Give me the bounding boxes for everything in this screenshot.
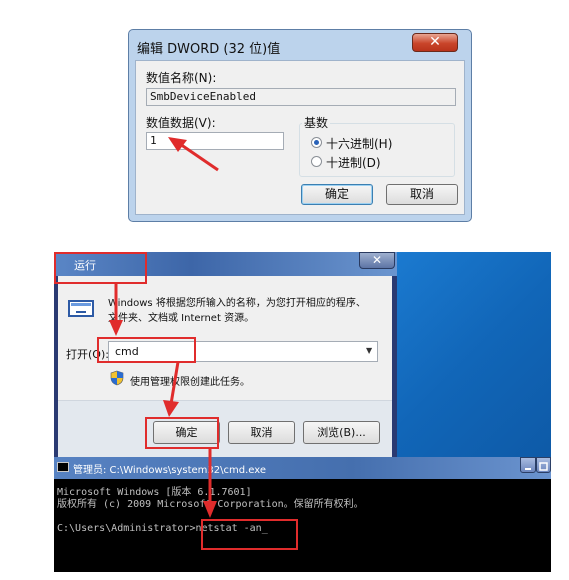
- dropdown-arrow-icon[interactable]: ▼: [366, 346, 372, 355]
- value-name-field[interactable]: SmbDeviceEnabled: [146, 88, 456, 106]
- annotation-box-open-input: [97, 337, 196, 363]
- run-description-line1: Windows 将根据您所输入的名称，为您打开相应的程序、: [108, 298, 366, 309]
- run-description-line2: 文件夹、文档或 Internet 资源。: [108, 313, 255, 324]
- edit-dword-dialog: 编辑 DWORD (32 位)值 ✕ 数值名称(N): SmbDeviceEna…: [128, 29, 472, 222]
- decimal-radio-label: 十进制(D): [326, 156, 381, 170]
- annotation-arrow-1: [109, 284, 123, 336]
- run-browse-button[interactable]: 浏览(B)...: [303, 421, 380, 444]
- run-close-button[interactable]: ✕: [359, 252, 395, 269]
- run-button-bar: 确定 取消 浏览(B)...: [58, 400, 392, 457]
- admin-note: 使用管理权限创建此任务。: [130, 377, 250, 388]
- cmd-title: 管理员: C:\Windows\system32\cmd.exe: [73, 465, 267, 476]
- run-program-icon: [68, 300, 94, 317]
- cmd-window: 管理员: C:\Windows\system32\cmd.exe Microso…: [54, 457, 551, 572]
- decimal-radio[interactable]: [311, 156, 322, 167]
- console-icon: [57, 462, 69, 472]
- annotation-box-netstat: [201, 519, 298, 550]
- hex-radio-label: 十六进制(H): [326, 137, 393, 151]
- value-data-label: 数值数据(V):: [146, 116, 216, 130]
- annotation-arrow-value: [168, 137, 219, 172]
- run-cancel-button[interactable]: 取消: [228, 421, 295, 444]
- close-icon: ✕: [371, 253, 383, 267]
- uac-shield-icon: [110, 370, 124, 386]
- maximize-icon: [539, 462, 548, 471]
- desktop-background: [397, 252, 551, 457]
- dword-dialog-title: 编辑 DWORD (32 位)值: [137, 42, 281, 57]
- dword-close-button[interactable]: ✕: [412, 33, 458, 52]
- dword-cancel-button[interactable]: 取消: [386, 184, 458, 205]
- annotation-arrow-2: [163, 362, 180, 417]
- hex-radio[interactable]: [311, 137, 322, 148]
- value-name-label: 数值名称(N):: [146, 71, 217, 85]
- annotation-box-ok-button: [145, 417, 219, 449]
- annotation-box-run-title: [54, 252, 147, 284]
- base-label: 基数: [302, 114, 331, 131]
- minimize-icon: [525, 468, 531, 470]
- annotation-arrow-3: [203, 449, 217, 518]
- dword-ok-button[interactable]: 确定: [301, 184, 373, 205]
- cmd-maximize-button[interactable]: [536, 457, 551, 473]
- cmd-minimize-button[interactable]: [520, 457, 536, 473]
- close-icon: ✕: [429, 34, 441, 50]
